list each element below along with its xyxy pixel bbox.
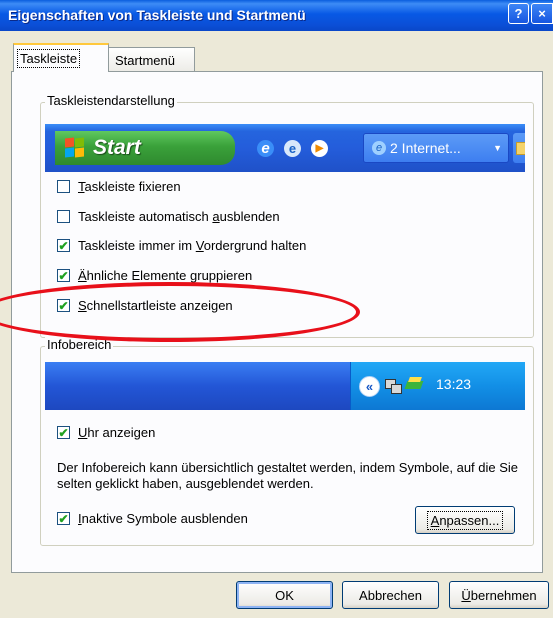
outlook-express-icon: e — [284, 139, 301, 157]
option-hide-inactive-label: Inaktive Symbole ausblenden — [78, 511, 248, 526]
tab-startmenu-label: Startmenü — [115, 52, 175, 68]
taskbar-preview: Start e e ▶ e 2 Internet... ▼ — [45, 124, 525, 172]
media-player-icon: ▶ — [311, 139, 328, 157]
option-lock-taskbar[interactable]: Taskleiste fixieren — [57, 179, 181, 194]
checkbox-always-on-top[interactable]: ✔ — [57, 239, 70, 252]
apply-label: Übernehmen — [461, 587, 537, 603]
cancel-button[interactable]: Abbrechen — [342, 581, 439, 609]
checkbox-hide-inactive[interactable]: ✔ — [57, 512, 70, 525]
close-button[interactable]: × — [531, 3, 553, 24]
checkbox-show-clock[interactable]: ✔ — [57, 426, 70, 439]
folder-task-preview — [513, 133, 525, 163]
option-group-similar-label: Ähnliche Elemente gruppieren — [78, 268, 253, 283]
internet-explorer-icon: e — [257, 139, 274, 157]
properties-dialog: Eigenschaften von Taskleiste und Startme… — [0, 0, 553, 618]
windows-logo-icon — [65, 137, 85, 158]
help-button[interactable]: ? — [508, 3, 529, 24]
security-icon — [404, 377, 424, 394]
option-always-on-top-label: Taskleiste immer im Vordergrund halten — [78, 238, 307, 253]
taskbar-appearance-label: Taskleistendarstellung — [45, 93, 177, 108]
notification-area-preview: « 13:23 — [350, 362, 525, 410]
option-autohide[interactable]: Taskleiste automatisch ausblenden — [57, 209, 280, 224]
checkbox-lock-taskbar[interactable] — [57, 180, 70, 193]
internet-explorer-icon: e — [372, 141, 386, 155]
network-icon — [385, 377, 402, 394]
start-button-preview: Start — [55, 131, 235, 165]
task-button-preview: e 2 Internet... ▼ — [363, 133, 509, 163]
tab-taskleiste-label: Taskleiste — [16, 49, 81, 68]
task-button-label: 2 Internet... — [390, 140, 461, 156]
option-lock-taskbar-label: Taskleiste fixieren — [78, 179, 181, 194]
option-show-clock[interactable]: ✔ Uhr anzeigen — [57, 425, 155, 440]
title-bar[interactable]: Eigenschaften von Taskleiste und Startme… — [0, 0, 553, 31]
tab-startmenu[interactable]: Startmenü — [108, 47, 195, 72]
quick-launch-bar: e e ▶ — [245, 131, 362, 165]
notification-description: Der Infobereich kann übersichtlich gesta… — [57, 460, 519, 491]
chevron-down-icon: ▼ — [493, 143, 502, 153]
customize-button[interactable]: Anpassen... — [415, 506, 515, 534]
option-group-similar[interactable]: ✔ Ähnliche Elemente gruppieren — [57, 268, 252, 283]
start-label: Start — [93, 136, 141, 159]
chevron-left-icon: « — [359, 376, 380, 397]
window-title: Eigenschaften von Taskleiste und Startme… — [8, 7, 306, 23]
option-always-on-top[interactable]: ✔ Taskleiste immer im Vordergrund halten — [57, 238, 306, 253]
tab-taskleiste[interactable]: Taskleiste — [13, 43, 109, 72]
option-hide-inactive[interactable]: ✔ Inaktive Symbole ausblenden — [57, 511, 248, 526]
option-show-clock-label: Uhr anzeigen — [78, 425, 156, 440]
apply-button[interactable]: Übernehmen — [449, 581, 549, 609]
checkbox-group-similar[interactable]: ✔ — [57, 269, 70, 282]
cancel-label: Abbrechen — [359, 587, 422, 603]
tray-preview: « 13:23 — [45, 362, 525, 410]
checkbox-autohide[interactable] — [57, 210, 70, 223]
option-autohide-label: Taskleiste automatisch ausblenden — [78, 209, 280, 224]
clock: 13:23 — [436, 376, 472, 392]
ok-button[interactable]: OK — [236, 581, 333, 609]
ok-label: OK — [275, 587, 294, 603]
folder-icon — [516, 142, 525, 155]
